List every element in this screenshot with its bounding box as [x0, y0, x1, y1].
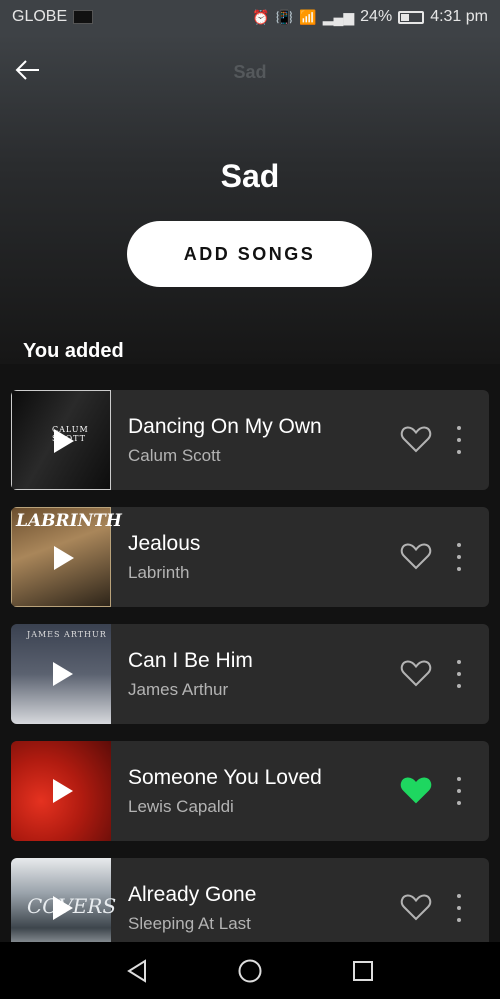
playlist-title: Sad [220, 158, 280, 194]
play-icon [53, 662, 73, 686]
heart-filled-icon[interactable] [400, 775, 432, 805]
track-row[interactable]: Someone You Loved Lewis Capaldi [11, 741, 489, 841]
status-bar: GLOBE ⏰ 📳 📶 ▂▄▆ 24% 4:31 pm [0, 0, 500, 34]
status-left: GLOBE [12, 8, 94, 26]
battery-percent: 24% [360, 8, 393, 25]
play-icon [53, 896, 73, 920]
more-options-icon[interactable] [451, 424, 467, 456]
track-row[interactable]: LABRINTH Jealous Labrinth [11, 507, 489, 607]
triangle-back-icon [126, 958, 146, 983]
play-icon [54, 429, 74, 453]
nav-home-button[interactable] [237, 958, 263, 984]
square-recents-icon [353, 960, 374, 981]
track-list: CALUM SCOTT Dancing On My Own Calum Scot… [11, 390, 489, 942]
track-artist: Calum Scott [128, 446, 221, 465]
nav-back-button[interactable] [124, 958, 150, 984]
alarm-icon: ⏰ [252, 8, 270, 25]
track-title: Jealous [128, 532, 201, 555]
more-options-icon[interactable] [451, 775, 467, 807]
heart-icon[interactable] [400, 541, 432, 571]
heart-icon[interactable] [400, 892, 432, 922]
album-cover[interactable]: COVERS [11, 858, 116, 942]
circle-home-icon [238, 959, 262, 982]
more-options-icon[interactable] [451, 658, 467, 690]
track-artist: Lewis Capaldi [128, 797, 234, 816]
clock: 4:31 pm [430, 8, 488, 25]
track-title: Already Gone [128, 883, 257, 906]
wifi-icon: 📶 [299, 8, 317, 25]
carrier-label: GLOBE [12, 8, 68, 25]
album-cover[interactable]: JAMES ARTHUR [11, 624, 111, 724]
heart-icon[interactable] [400, 424, 432, 454]
track-title: Someone You Loved [128, 766, 322, 789]
track-row[interactable]: JAMES ARTHUR Can I Be Him James Arthur [11, 624, 489, 724]
track-artist: Labrinth [128, 563, 190, 582]
album-cover[interactable] [11, 741, 111, 841]
track-title: Dancing On My Own [128, 415, 322, 438]
more-options-icon[interactable] [451, 892, 467, 924]
carrier-badge-icon [73, 10, 94, 24]
playlist-header [0, 34, 500, 364]
play-icon [53, 779, 73, 803]
signal-icon: ▂▄▆ [322, 8, 355, 25]
track-row[interactable]: COVERS Already Gone Sleeping At Last [11, 858, 489, 942]
cover-text: JAMES ARTHUR [27, 630, 107, 639]
more-options-icon[interactable] [451, 541, 467, 573]
track-row[interactable]: CALUM SCOTT Dancing On My Own Calum Scot… [11, 390, 489, 490]
system-nav-bar [0, 942, 500, 999]
section-title: You added [23, 340, 124, 362]
add-songs-button[interactable]: ADD SONGS [127, 221, 372, 287]
track-artist: James Arthur [128, 680, 229, 699]
track-title: Can I Be Him [128, 649, 253, 672]
status-right: ⏰ 📳 📶 ▂▄▆ 24% 4:31 pm [252, 8, 488, 26]
vibrate-icon: 📳 [275, 8, 294, 25]
track-artist: Sleeping At Last [128, 914, 251, 933]
cover-text: LABRINTH [16, 511, 122, 531]
battery-icon [398, 10, 425, 24]
play-icon [54, 546, 74, 570]
album-cover[interactable]: LABRINTH [11, 507, 122, 607]
album-cover[interactable]: CALUM SCOTT [11, 390, 111, 490]
heart-icon[interactable] [400, 658, 432, 688]
header-title: Sad [233, 62, 267, 82]
nav-recents-button[interactable] [350, 958, 376, 984]
